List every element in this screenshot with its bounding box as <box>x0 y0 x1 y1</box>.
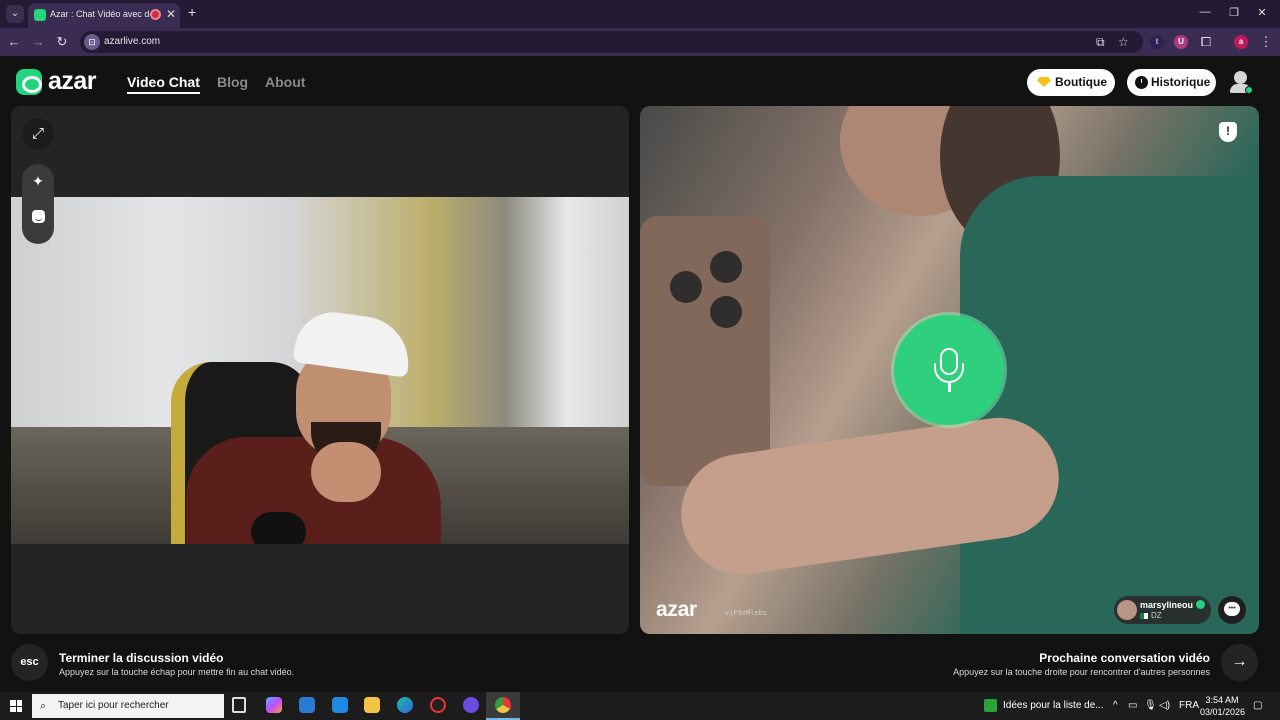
extension-t-icon[interactable]: t <box>1150 35 1164 49</box>
shop-label: Boutique <box>1055 75 1107 89</box>
store-icon[interactable] <box>299 697 315 713</box>
face-filter-icon <box>31 210 45 223</box>
reload-icon[interactable]: ↻ <box>54 34 70 50</box>
mail-icon[interactable] <box>332 697 348 713</box>
azar-logo-icon[interactable] <box>16 69 42 95</box>
chrome-icon <box>495 697 511 713</box>
next-chat-arrow-icon[interactable]: → <box>1221 644 1258 681</box>
next-chat-subtitle: Appuyez sur la touche droite pour rencon… <box>953 667 1210 677</box>
next-chat-title: Prochaine conversation vidéo <box>1039 651 1210 665</box>
profile-avatar-icon[interactable]: a <box>1234 35 1248 49</box>
effects-toolbar: ✦ <box>22 164 54 244</box>
url-text: azarlive.com <box>104 36 161 47</box>
browser-tab[interactable]: Azar : Chat Vidéo avec de n ✕ <box>28 3 180 28</box>
online-status-dot <box>1245 86 1253 94</box>
peer-avatar <box>1117 600 1137 620</box>
obs-icon[interactable] <box>430 697 446 713</box>
bookmark-star-icon[interactable]: ☆ <box>1118 35 1129 49</box>
windows-start-icon[interactable] <box>10 700 22 712</box>
peer-country: DZ <box>1140 611 1162 620</box>
end-chat-subtitle: Appuyez sur la touche échap pour mettre … <box>59 667 295 677</box>
azar-favicon-icon <box>34 9 46 21</box>
camera-microphone <box>251 512 306 544</box>
edge-icon[interactable] <box>397 697 413 713</box>
chat-bubble-icon[interactable] <box>1218 596 1246 624</box>
forward-icon[interactable]: → <box>30 34 46 49</box>
windows-taskbar: ⌕ Taper ici pour rechercher Idées pour l… <box>0 692 1280 720</box>
remote-video-panel: ! azar vjF9zMlebs marsylineou DZ <box>640 106 1259 634</box>
user-profile-button[interactable] <box>1229 69 1253 95</box>
news-widget[interactable]: Idées pour la liste de... <box>984 699 1104 712</box>
camera-person-body <box>186 437 441 544</box>
peer-username: marsylineou <box>1140 600 1194 610</box>
peer-profile-chip[interactable]: marsylineou DZ <box>1114 596 1211 624</box>
extensions-puzzle-icon[interactable]: ⧠ <box>1198 34 1214 50</box>
search-placeholder: Taper ici pour rechercher <box>58 700 169 711</box>
diamond-icon <box>1037 77 1051 87</box>
azar-app: azar Video Chat Blog About Boutique Hist… <box>0 56 1280 692</box>
notification-icon[interactable]: ▢ <box>1253 700 1262 711</box>
local-camera-feed <box>11 197 629 544</box>
microphone-stand <box>934 363 964 383</box>
tray-chevron-icon[interactable]: ^ <box>1113 700 1118 711</box>
peer-country-code: DZ <box>1151 611 1162 620</box>
news-text: Idées pour la liste de... <box>1003 700 1104 712</box>
nav-about[interactable]: About <box>265 74 305 90</box>
report-shield-icon[interactable]: ! <box>1219 122 1237 142</box>
language-indicator[interactable]: FRA <box>1179 700 1199 711</box>
history-label: Historique <box>1151 75 1211 89</box>
new-tab-button[interactable]: + <box>188 4 196 20</box>
microphone-leg <box>948 383 951 392</box>
address-bar[interactable]: ⊡ azarlive.com ⧉ ☆ <box>80 31 1143 53</box>
history-button[interactable]: Historique <box>1127 69 1216 96</box>
volume-icon[interactable]: ◁) <box>1159 700 1170 711</box>
clock-icon <box>1135 76 1148 89</box>
user-avatar-icon <box>1234 71 1247 84</box>
extension-u-icon[interactable]: U <box>1174 35 1188 49</box>
verified-badge-icon <box>1196 600 1205 609</box>
microphone-tray-icon[interactable]: 🎙 <box>1144 700 1157 711</box>
nav-video-chat[interactable]: Video Chat <box>127 74 200 94</box>
local-video-panel: ⤢ ✦ <box>11 106 629 634</box>
taskbar-search-box[interactable]: ⌕ Taper ici pour rechercher <box>32 694 224 718</box>
azar-watermark: azar <box>656 598 697 621</box>
microphone-button[interactable] <box>894 315 1004 425</box>
minimize-button[interactable]: — <box>1197 6 1213 18</box>
system-clock[interactable]: 3:54 AM 03/01/2026 <box>1200 694 1246 718</box>
network-icon[interactable]: ▭ <box>1128 700 1137 711</box>
tab-search-button[interactable]: ⌄ <box>6 5 24 23</box>
copilot-icon[interactable] <box>266 697 282 713</box>
close-window-button[interactable]: ✕ <box>1254 6 1270 19</box>
azar-logo-text[interactable]: azar <box>48 67 97 96</box>
end-chat-button[interactable]: esc <box>11 644 48 681</box>
browser-tab-bar: ⌄ Azar : Chat Vidéo avec de n ✕ + — ❐ ✕ <box>0 0 1280 28</box>
tab-title: Azar : Chat Vidéo avec de n <box>50 9 150 19</box>
task-view-icon[interactable] <box>232 697 246 713</box>
flag-icon <box>1140 612 1148 619</box>
search-icon: ⌕ <box>40 700 47 712</box>
nav-blog[interactable]: Blog <box>217 74 248 90</box>
browser-toolbar: ← → ↻ ⊡ azarlive.com ⧉ ☆ t U ⧠ a ⋮ <box>0 28 1280 56</box>
tab-close-button[interactable]: ✕ <box>166 7 176 21</box>
shop-button[interactable]: Boutique <box>1027 69 1115 96</box>
expand-video-icon[interactable]: ⤢ <box>22 118 54 150</box>
face-filter-button[interactable] <box>22 210 54 226</box>
end-chat-title: Terminer la discussion vidéo <box>59 651 224 665</box>
discord-icon[interactable] <box>463 697 479 713</box>
file-explorer-icon[interactable] <box>364 697 380 713</box>
camera-person-hand <box>311 442 381 502</box>
recording-indicator-icon <box>150 9 161 20</box>
sparkle-effects-icon[interactable]: ✦ <box>22 173 54 190</box>
chrome-taskbar-button[interactable] <box>486 692 520 720</box>
browser-menu-icon[interactable]: ⋮ <box>1258 34 1274 50</box>
watermark-id: vjF9zMlebs <box>725 609 768 617</box>
maximize-button[interactable]: ❐ <box>1226 6 1242 19</box>
cast-icon[interactable]: ⧉ <box>1096 35 1105 50</box>
news-icon <box>984 699 997 712</box>
clock-time: 3:54 AM <box>1205 695 1239 705</box>
clock-date: 03/01/2026 <box>1200 707 1246 717</box>
site-info-icon[interactable]: ⊡ <box>84 34 100 50</box>
back-icon[interactable]: ← <box>6 34 22 49</box>
